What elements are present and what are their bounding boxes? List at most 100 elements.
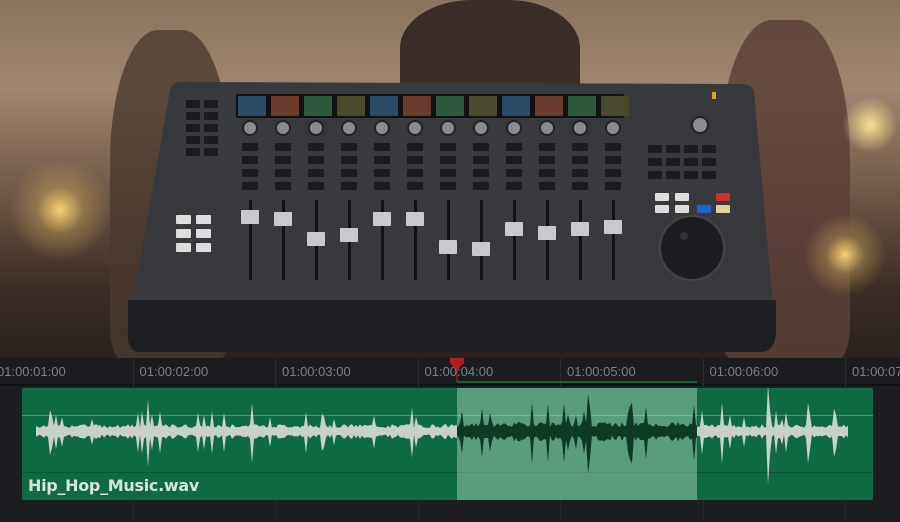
channel-button[interactable] xyxy=(374,143,390,151)
function-button[interactable] xyxy=(702,158,716,166)
channel-button[interactable] xyxy=(605,143,621,151)
edit-button[interactable] xyxy=(675,193,689,201)
channel-button[interactable] xyxy=(374,169,390,177)
channel-knob[interactable] xyxy=(275,120,291,136)
channel-button[interactable] xyxy=(539,169,555,177)
master-knob[interactable] xyxy=(691,116,709,134)
channel-button[interactable] xyxy=(605,169,621,177)
fader-cap[interactable] xyxy=(406,212,424,226)
function-button[interactable] xyxy=(684,171,698,179)
nav-button[interactable] xyxy=(176,215,191,224)
nav-button[interactable] xyxy=(176,243,191,252)
channel-button[interactable] xyxy=(473,156,489,164)
channel-button[interactable] xyxy=(440,182,456,190)
channel-button[interactable] xyxy=(275,156,291,164)
channel-button[interactable] xyxy=(539,182,555,190)
channel-button[interactable] xyxy=(374,156,390,164)
fader-cap[interactable] xyxy=(241,210,259,224)
channel-knob[interactable] xyxy=(440,120,456,136)
channel-button[interactable] xyxy=(539,156,555,164)
fader-cap[interactable] xyxy=(439,240,457,254)
channel-button[interactable] xyxy=(539,143,555,151)
channel-button[interactable] xyxy=(572,182,588,190)
function-button[interactable] xyxy=(684,158,698,166)
channel-button[interactable] xyxy=(473,182,489,190)
channel-button[interactable] xyxy=(407,156,423,164)
channel-button[interactable] xyxy=(440,169,456,177)
edit-button[interactable] xyxy=(655,205,669,213)
channel-knob[interactable] xyxy=(506,120,522,136)
channel-knob[interactable] xyxy=(308,120,324,136)
channel-button[interactable] xyxy=(506,169,522,177)
transport-button[interactable] xyxy=(204,112,218,120)
channel-button[interactable] xyxy=(242,182,258,190)
function-button[interactable] xyxy=(648,171,662,179)
transport-button[interactable] xyxy=(186,124,200,132)
channel-button[interactable] xyxy=(473,143,489,151)
channel-button[interactable] xyxy=(572,169,588,177)
fader-cap[interactable] xyxy=(505,222,523,236)
channel-button[interactable] xyxy=(440,156,456,164)
channel-knob[interactable] xyxy=(242,120,258,136)
function-button[interactable] xyxy=(684,145,698,153)
edit-button[interactable] xyxy=(697,205,711,213)
channel-knob[interactable] xyxy=(473,120,489,136)
channel-button[interactable] xyxy=(407,143,423,151)
nav-button[interactable] xyxy=(176,229,191,238)
channel-button[interactable] xyxy=(275,143,291,151)
channel-button[interactable] xyxy=(506,182,522,190)
transport-button[interactable] xyxy=(186,112,200,120)
channel-knob[interactable] xyxy=(374,120,390,136)
channel-button[interactable] xyxy=(275,169,291,177)
function-button[interactable] xyxy=(666,145,680,153)
function-button[interactable] xyxy=(666,171,680,179)
channel-button[interactable] xyxy=(506,143,522,151)
function-button[interactable] xyxy=(648,158,662,166)
jog-wheel[interactable] xyxy=(659,215,725,281)
nav-button[interactable] xyxy=(196,215,211,224)
function-button[interactable] xyxy=(666,158,680,166)
channel-button[interactable] xyxy=(275,182,291,190)
fader-cap[interactable] xyxy=(340,228,358,242)
fader-cap[interactable] xyxy=(538,226,556,240)
transport-button[interactable] xyxy=(204,100,218,108)
channel-knob[interactable] xyxy=(341,120,357,136)
channel-button[interactable] xyxy=(572,143,588,151)
fader-cap[interactable] xyxy=(604,220,622,234)
channel-button[interactable] xyxy=(308,182,324,190)
function-button[interactable] xyxy=(702,171,716,179)
nav-button[interactable] xyxy=(196,243,211,252)
transport-button[interactable] xyxy=(204,136,218,144)
in-out-range-bar[interactable] xyxy=(457,381,697,383)
transport-button[interactable] xyxy=(186,136,200,144)
edit-button[interactable] xyxy=(675,205,689,213)
channel-button[interactable] xyxy=(341,156,357,164)
fader-cap[interactable] xyxy=(571,222,589,236)
channel-knob[interactable] xyxy=(539,120,555,136)
channel-button[interactable] xyxy=(242,156,258,164)
channel-button[interactable] xyxy=(374,182,390,190)
nav-button[interactable] xyxy=(196,229,211,238)
channel-button[interactable] xyxy=(242,169,258,177)
transport-button[interactable] xyxy=(186,100,200,108)
edit-button[interactable] xyxy=(655,193,669,201)
channel-button[interactable] xyxy=(407,182,423,190)
fader-cap[interactable] xyxy=(373,212,391,226)
channel-button[interactable] xyxy=(407,169,423,177)
channel-button[interactable] xyxy=(341,182,357,190)
fader-cap[interactable] xyxy=(274,212,292,226)
fader-cap[interactable] xyxy=(472,242,490,256)
fader-cap[interactable] xyxy=(307,232,325,246)
channel-button[interactable] xyxy=(440,143,456,151)
edit-button[interactable] xyxy=(716,205,730,213)
function-button[interactable] xyxy=(702,145,716,153)
channel-button[interactable] xyxy=(308,169,324,177)
transport-button[interactable] xyxy=(204,148,218,156)
channel-knob[interactable] xyxy=(407,120,423,136)
channel-button[interactable] xyxy=(308,156,324,164)
transport-button[interactable] xyxy=(204,124,218,132)
transport-button[interactable] xyxy=(186,148,200,156)
channel-knob[interactable] xyxy=(572,120,588,136)
channel-knob[interactable] xyxy=(605,120,621,136)
audio-clip[interactable]: Hip_Hop_Music.wav xyxy=(22,388,873,500)
